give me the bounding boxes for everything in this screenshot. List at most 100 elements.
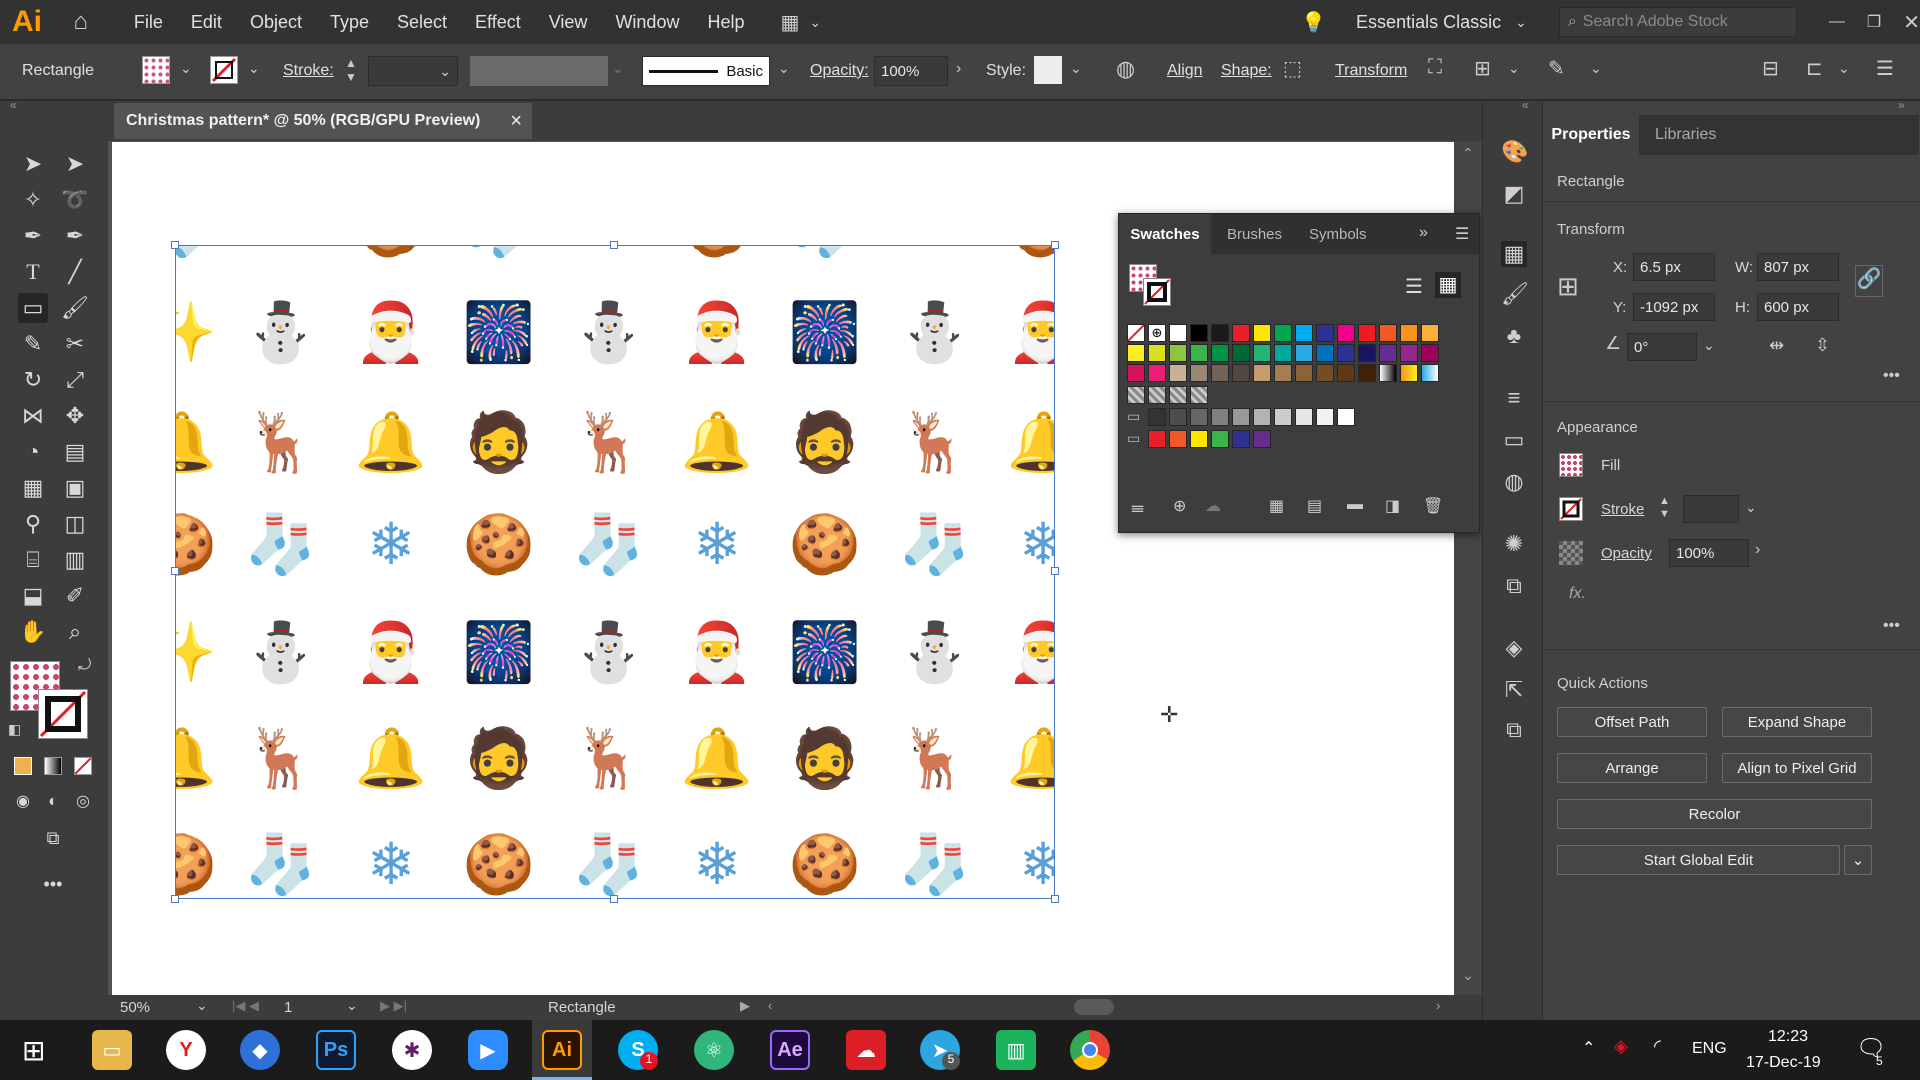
swatches-panel-icon[interactable]: ▦ [1501,241,1527,267]
swatch[interactable] [1295,344,1313,362]
chevron-down-icon[interactable]: ⌄ [1070,60,1082,77]
transform-options-icon[interactable]: ⊞ [1474,56,1491,81]
swatch[interactable] [1337,344,1355,362]
symbols-panel-icon[interactable]: ♣ [1501,323,1527,349]
transform-link[interactable]: Transform [1335,62,1407,80]
lasso-tool-icon[interactable]: ➰ [60,185,90,215]
default-fill-stroke-icon[interactable]: ◧ [8,721,21,738]
swatch[interactable] [1400,364,1418,382]
trash-icon[interactable]: 🗑 [1423,496,1443,516]
swatch[interactable] [1253,430,1271,448]
zoom-app-icon[interactable]: ▶ [468,1030,508,1070]
swatch[interactable] [1253,408,1271,426]
chevron-down-icon[interactable]: ⌄ [1745,499,1757,516]
brush-definition[interactable]: Basic [642,56,770,86]
opacity-label[interactable]: Opacity: [810,62,869,80]
chevron-down-icon[interactable]: ⌄ [1703,337,1715,354]
reference-point-icon[interactable]: ⊞ [1557,271,1579,302]
workspace-switcher[interactable]: Essentials Classic [1356,12,1501,33]
horizontal-scroll-thumb[interactable] [1074,999,1114,1015]
swatch-libraries-icon[interactable]: 𝍢 [1131,496,1144,523]
color-group-icon[interactable]: ▤ [1307,496,1322,516]
chevron-right-icon[interactable]: › [956,60,961,78]
swatch[interactable] [1379,364,1397,382]
next-artboard-icon[interactable]: ▶ ▶| [380,998,407,1014]
swatch[interactable]: ⊕ [1148,324,1166,342]
recolor-artwork-icon[interactable]: ◍ [1116,56,1135,82]
swatch[interactable] [1232,344,1250,362]
panel-expand-icon[interactable]: » [1419,224,1428,242]
swatch[interactable] [1274,364,1292,382]
swatch[interactable] [1169,430,1187,448]
new-swatch-icon[interactable]: ◨ [1385,496,1400,516]
menu-object[interactable]: Object [250,12,302,33]
chevron-down-icon[interactable]: ⌄ [1515,14,1527,31]
rectangle-tool-icon[interactable]: ▭ [18,293,48,323]
swap-fill-stroke-icon[interactable]: ⤾ [78,657,91,675]
slack-icon[interactable]: ✱ [392,1030,432,1070]
swatch[interactable] [1127,344,1145,362]
swatch[interactable] [1379,324,1397,342]
first-artboard-icon[interactable]: |◀ ◀ [232,998,259,1014]
swatch[interactable] [1190,364,1208,382]
more-options-icon[interactable]: ••• [1883,617,1900,635]
swatch[interactable] [1169,364,1187,382]
distribute-icon[interactable]: ⊏ [1806,56,1823,81]
swatch[interactable] [1169,324,1187,342]
selection-handle[interactable] [171,241,179,249]
after-effects-icon[interactable]: Ae [770,1030,810,1070]
fill-swatch[interactable] [1559,453,1583,477]
export-icon[interactable]: ⇱ [1501,677,1527,703]
start-global-edit-button[interactable]: Start Global Edit [1557,845,1840,875]
tab-libraries[interactable]: Libraries [1655,126,1716,144]
color-guide-icon[interactable]: ◩ [1501,181,1527,207]
draw-mode-icon[interactable]: ◉ [8,787,38,817]
chevron-down-icon[interactable]: ⌄ [1838,60,1850,77]
pen-tool-icon[interactable]: ✒ [18,221,48,251]
paintbrush-tool-icon[interactable]: 🖌 [60,293,90,323]
tab-properties[interactable]: Properties [1543,115,1639,155]
global-edit-options-button[interactable]: ⌄ [1844,845,1872,875]
puppet-warp-icon[interactable]: ✎ [1548,56,1565,81]
shaper-tool-icon[interactable]: ✎ [18,329,48,359]
swatch[interactable] [1169,386,1187,404]
menu-edit[interactable]: Edit [191,12,222,33]
selection-tool-icon[interactable]: ➤ [18,149,48,179]
panel-menu-icon[interactable]: ☰ [1455,224,1469,244]
wifi-icon[interactable]: ◜ [1654,1036,1661,1057]
align-to-pixel-grid-button[interactable]: Align to Pixel Grid [1722,753,1872,783]
swatch[interactable] [1148,430,1166,448]
expand-panels-icon[interactable]: » [1898,98,1905,112]
swatch[interactable] [1211,364,1229,382]
hand-tool-icon[interactable]: ✋ [18,617,48,647]
flip-vertical-icon[interactable]: ⇳ [1815,335,1830,356]
column-graph-tool-icon[interactable]: ▥ [60,545,90,575]
swatch[interactable] [1358,344,1376,362]
swatch[interactable] [1148,344,1166,362]
onedrive-app-icon[interactable]: ◆ [240,1030,280,1070]
chevron-down-icon[interactable]: ⌄ [778,60,790,77]
chevron-down-icon[interactable]: ⌄ [1508,60,1520,77]
swatch[interactable] [1148,386,1166,404]
zoom-tool-icon[interactable]: ⌕ [60,617,90,647]
constrain-proportions-icon[interactable]: 🔗 [1855,265,1883,297]
scale-tool-icon[interactable]: ⤢ [60,365,90,395]
puppet-warp-tool-icon[interactable]: ✥ [60,401,90,431]
status-menu-icon[interactable]: ▶ [740,998,750,1014]
rotate-tool-icon[interactable]: ↻ [18,365,48,395]
magic-wand-tool-icon[interactable]: ✧ [18,185,48,215]
swatch[interactable] [1190,324,1208,342]
swatch[interactable] [1337,364,1355,382]
selection-handle[interactable] [171,895,179,903]
swatch[interactable] [1148,408,1166,426]
y-field[interactable]: -1092 px [1633,293,1715,321]
color-panel-icon[interactable]: 🎨 [1501,139,1528,165]
swatch[interactable] [1211,430,1229,448]
opacity-field[interactable]: 100% [874,56,948,86]
mesh-tool-icon[interactable]: ▦ [18,473,48,503]
effects-button[interactable]: fx. [1569,585,1586,603]
slice-tool-icon[interactable]: ✐ [60,581,90,611]
graphic-style-swatch[interactable] [1034,56,1062,84]
zoom-level[interactable]: 50% [120,999,150,1016]
swatch[interactable] [1421,344,1439,362]
